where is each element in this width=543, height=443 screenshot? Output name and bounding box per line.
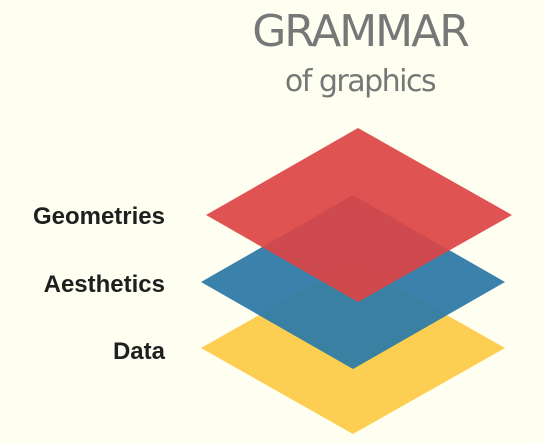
geometries-label: Geometries <box>32 203 165 230</box>
data-label: Data <box>112 338 165 365</box>
aesthetics-label: Aesthetics <box>43 271 165 298</box>
grammar-of-graphics-diagram: GRAMMAR of graphics Geometries Aesthetic… <box>0 0 543 443</box>
